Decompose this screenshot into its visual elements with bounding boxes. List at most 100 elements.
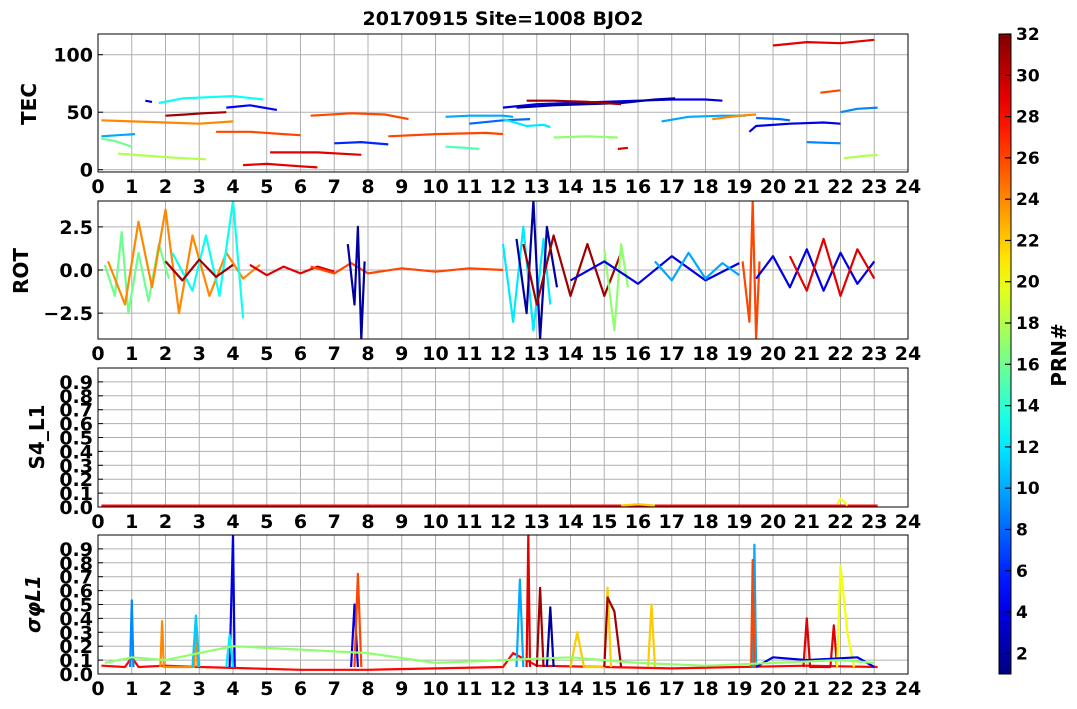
tec-plot-area: 0 1 2 3 4 5 6 7 8 9 10 11 12 13 14 15 16 17 18 19 20 21 22 23 24…	[53, 33, 921, 198]
x-tick-label: 11	[456, 678, 482, 700]
series-line-prn-10	[515, 578, 525, 668]
x-tick-label: 0	[91, 343, 104, 365]
series-line-prn-29	[243, 162, 318, 169]
x-tick-label: 1	[125, 678, 138, 700]
x-tick-label: 6	[294, 511, 307, 533]
x-tick-label: 21	[794, 343, 820, 365]
x-tick-label: 4	[226, 176, 239, 198]
y-tick-label: 0	[80, 160, 93, 182]
x-tick-label: 3	[193, 176, 206, 198]
x-tick-label: 15	[591, 176, 617, 198]
series-line-prn-9	[806, 141, 841, 145]
x-tick-label: 20	[760, 678, 786, 700]
y-tick-label: 0.9	[59, 372, 93, 394]
x-tick-label: 7	[328, 511, 341, 533]
series-line-prn-16	[101, 137, 133, 148]
figure-title: 20170915 Site=1008 BJO2	[363, 8, 644, 30]
x-tick-label: 19	[726, 343, 752, 365]
series-line-prn-8	[469, 118, 531, 125]
x-tick-label: 22	[827, 678, 853, 700]
x-tick-label: 17	[659, 176, 685, 198]
x-tick-label: 17	[659, 343, 685, 365]
colorbar-tick-label: 16	[1016, 355, 1040, 375]
x-tick-label: 7	[328, 176, 341, 198]
x-tick-label: 19	[726, 511, 752, 533]
x-tick-label: 22	[827, 343, 853, 365]
series-group	[103, 201, 876, 339]
x-tick-label: 12	[490, 511, 516, 533]
series-line-prn-17	[104, 645, 875, 667]
series-line-prn-29	[772, 38, 875, 47]
tec-ylabel: TEC	[17, 83, 41, 125]
x-tick-label: 13	[524, 511, 550, 533]
x-tick-label: 9	[395, 343, 408, 365]
series-line-prn-26	[310, 262, 504, 275]
x-tick-label: 20	[760, 176, 786, 198]
x-tick-label: 23	[861, 511, 887, 533]
x-tick-label: 12	[490, 678, 516, 700]
x-tick-label: 10	[422, 678, 448, 700]
x-tick-label: 24	[895, 176, 921, 198]
x-tick-label: 13	[524, 678, 550, 700]
x-tick-label: 10	[422, 511, 448, 533]
x-tick-label: 6	[294, 176, 307, 198]
series-line-prn-26	[216, 130, 301, 137]
x-tick-label: 9	[395, 511, 408, 533]
x-tick-label: 8	[361, 678, 374, 700]
colorbar: 2468101214161820222426283032 PRN#	[998, 25, 1071, 675]
series-group	[101, 38, 878, 169]
x-tick-label: 17	[659, 511, 685, 533]
series-line-prn-26	[820, 89, 841, 94]
series-line-prn-31	[535, 586, 545, 668]
x-tick-label: 24	[895, 678, 921, 700]
series-line-prn-18	[843, 153, 878, 160]
x-tick-label: 0	[91, 511, 104, 533]
x-tick-label: 3	[193, 511, 206, 533]
colorbar-tick-label: 18	[1016, 314, 1040, 334]
x-tick-label: 4	[226, 678, 239, 700]
x-tick-label: 3	[193, 678, 206, 700]
x-tick-label: 20	[760, 511, 786, 533]
series-line-prn-13	[158, 94, 264, 105]
x-tick-label: 16	[625, 511, 651, 533]
x-tick-label: 15	[591, 511, 617, 533]
x-tick-label: 21	[794, 511, 820, 533]
x-tick-label: 0	[91, 176, 104, 198]
series-line-prn-29	[788, 237, 876, 297]
x-tick-label: 8	[361, 511, 374, 533]
colorbar-tick-label: 12	[1016, 438, 1040, 458]
sigmaphi-ylabel: σφL1	[21, 575, 45, 633]
sigmaphi-plot-area: 0 1 2 3 4 5 6 7 8 9 10 11 12 13 14 15 16 17 18 19 20 21 22 23 24…	[59, 534, 921, 700]
series-line-prn-2	[346, 225, 366, 339]
x-tick-label: 8	[361, 176, 374, 198]
series-group	[101, 497, 878, 507]
y-tick-label: 100	[53, 45, 93, 67]
series-group	[101, 535, 878, 671]
colorbar-tick-label: 32	[1016, 25, 1040, 45]
x-tick-label: 12	[490, 343, 516, 365]
colorbar-tick-label: 8	[1016, 520, 1028, 540]
x-tick-label: 1	[125, 176, 138, 198]
colorbar-gradient	[998, 33, 1012, 675]
x-tick-label: 2	[159, 678, 172, 700]
x-tick-label: 7	[328, 343, 341, 365]
colorbar-tick-label: 24	[1016, 190, 1040, 210]
x-tick-label: 6	[294, 343, 307, 365]
x-tick-label: 14	[557, 678, 583, 700]
colorbar-label: PRN#	[1047, 323, 1071, 387]
x-tick-label: 21	[794, 176, 820, 198]
rot-panel: ROT 0 1 2 3 4 5 6 7 8 9 10 11 12 13 14 15 16 17 18 19 20 21 22…	[9, 200, 921, 365]
x-tick-label: 23	[861, 678, 887, 700]
x-tick-label: 20	[760, 343, 786, 365]
x-tick-label: 23	[861, 176, 887, 198]
x-tick-label: 11	[456, 511, 482, 533]
colorbar-tick-label: 20	[1016, 273, 1040, 293]
colorbar-tick-label: 10	[1016, 479, 1040, 499]
series-line-prn-10	[101, 133, 136, 138]
series-line-prn-4	[145, 99, 153, 103]
series-line-prn-4	[748, 121, 841, 133]
rot-plot-area: 0 1 2 3 4 5 6 7 8 9 10 11 12 13 14 15 16 17 18 19 20 21 22 23 24…	[43, 200, 921, 365]
x-tick-label: 18	[692, 176, 718, 198]
colorbar-tick-label: 6	[1016, 562, 1028, 582]
x-tick-label: 8	[361, 343, 374, 365]
